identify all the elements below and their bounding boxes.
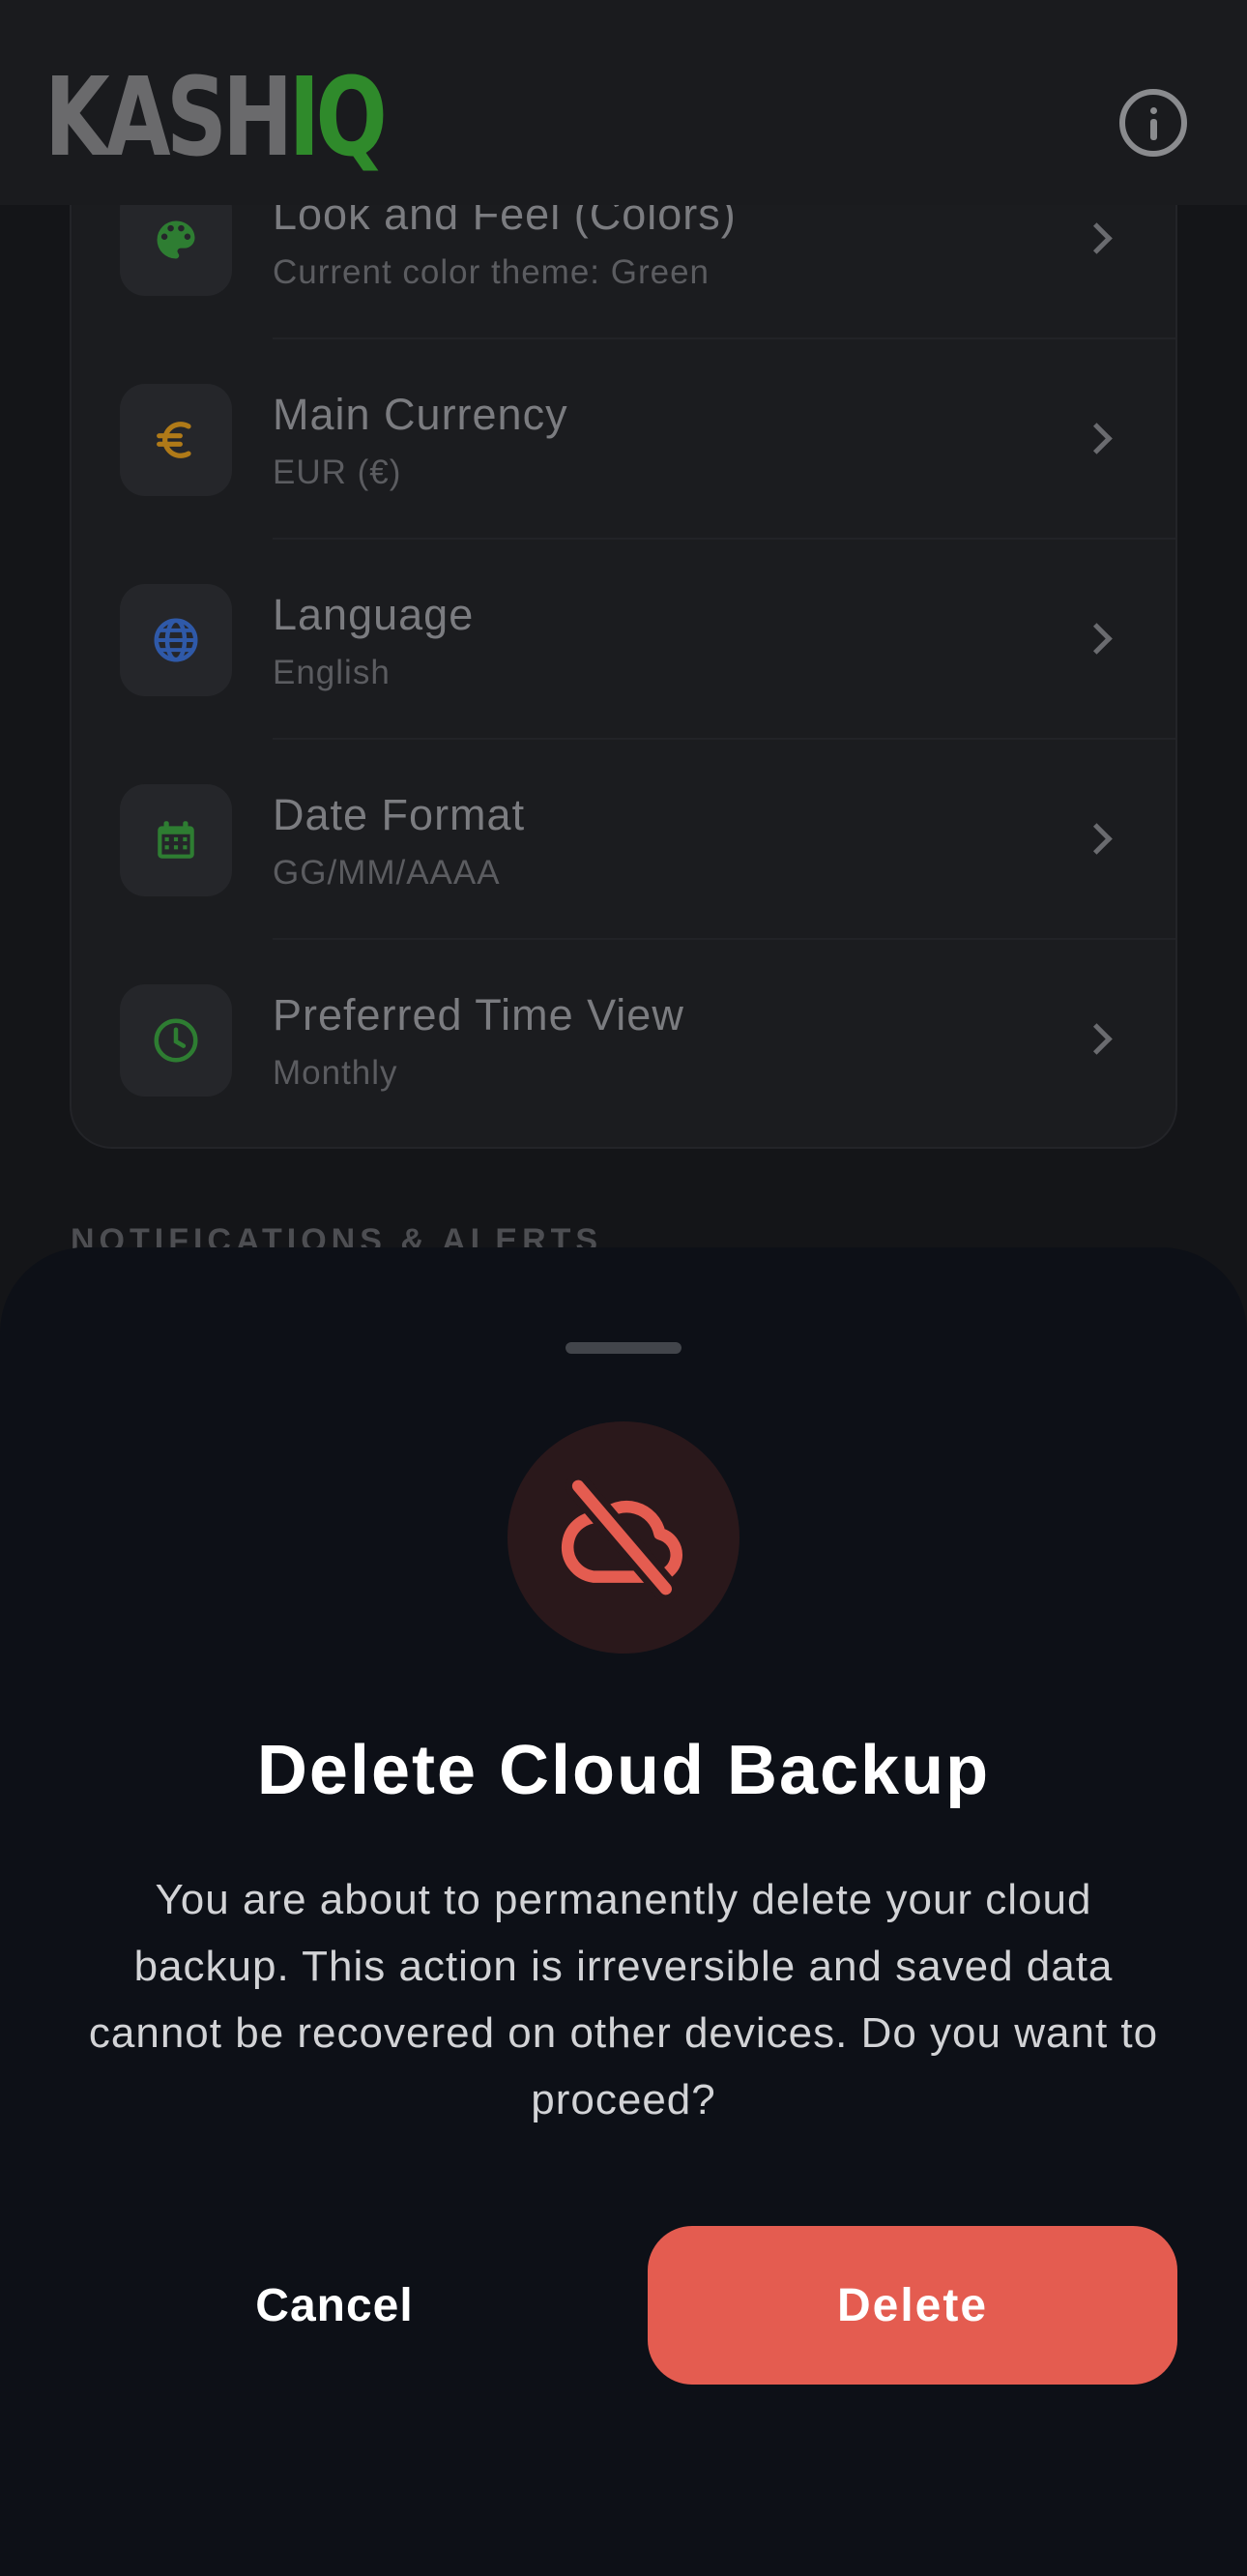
setting-title: Date Format: [273, 790, 526, 839]
setting-subtitle: Current color theme: Green: [273, 253, 710, 291]
delete-backup-sheet: Delete Cloud Backup You are about to per…: [0, 1247, 1247, 2576]
setting-subtitle: Monthly: [273, 1054, 398, 1092]
app-header: KASHIQ: [0, 0, 1247, 205]
setting-language[interactable]: Language English: [72, 540, 1175, 740]
sheet-grabber[interactable]: [566, 1342, 682, 1354]
setting-preferred-time-view[interactable]: Preferred Time View Monthly: [72, 940, 1175, 1140]
setting-date-format[interactable]: Date Format GG/MM/AAAA: [72, 740, 1175, 940]
calendar-icon: [120, 783, 232, 896]
setting-main-currency[interactable]: Main Currency EUR (€): [72, 339, 1175, 540]
clock-icon: [120, 983, 232, 1097]
logo-text-iq: IQ: [288, 55, 388, 181]
setting-subtitle: English: [273, 654, 391, 691]
cancel-button[interactable]: Cancel: [70, 2226, 599, 2385]
chevron-right-icon: [1081, 622, 1113, 655]
setting-title: Preferred Time View: [273, 990, 684, 1039]
settings-screen: KASHIQ Look and Feel (Colors) Current co…: [0, 0, 1247, 2576]
chevron-right-icon: [1081, 221, 1113, 254]
cloud-off-icon-badge: [508, 1421, 740, 1654]
chevron-right-icon: [1081, 1022, 1113, 1055]
delete-button[interactable]: Delete: [648, 2226, 1177, 2385]
app-logo: KASHIQ: [44, 64, 388, 172]
chevron-right-icon: [1081, 422, 1113, 454]
setting-subtitle: GG/MM/AAAA: [273, 854, 501, 892]
logo-text-kash: KASH: [44, 55, 293, 181]
setting-title: Language: [273, 590, 475, 639]
globe-icon: [120, 583, 232, 696]
dialog-title: Delete Cloud Backup: [256, 1732, 991, 1809]
euro-icon: [120, 383, 232, 496]
setting-title: Main Currency: [273, 390, 568, 439]
dialog-message: You are about to permanently delete your…: [88, 1876, 1159, 2123]
setting-subtitle: EUR (€): [273, 454, 402, 491]
chevron-right-icon: [1081, 822, 1113, 855]
info-icon[interactable]: [1119, 89, 1187, 157]
cloud-off-icon: [562, 1473, 682, 1602]
general-settings-card: Look and Feel (Colors) Current color the…: [70, 145, 1177, 1149]
